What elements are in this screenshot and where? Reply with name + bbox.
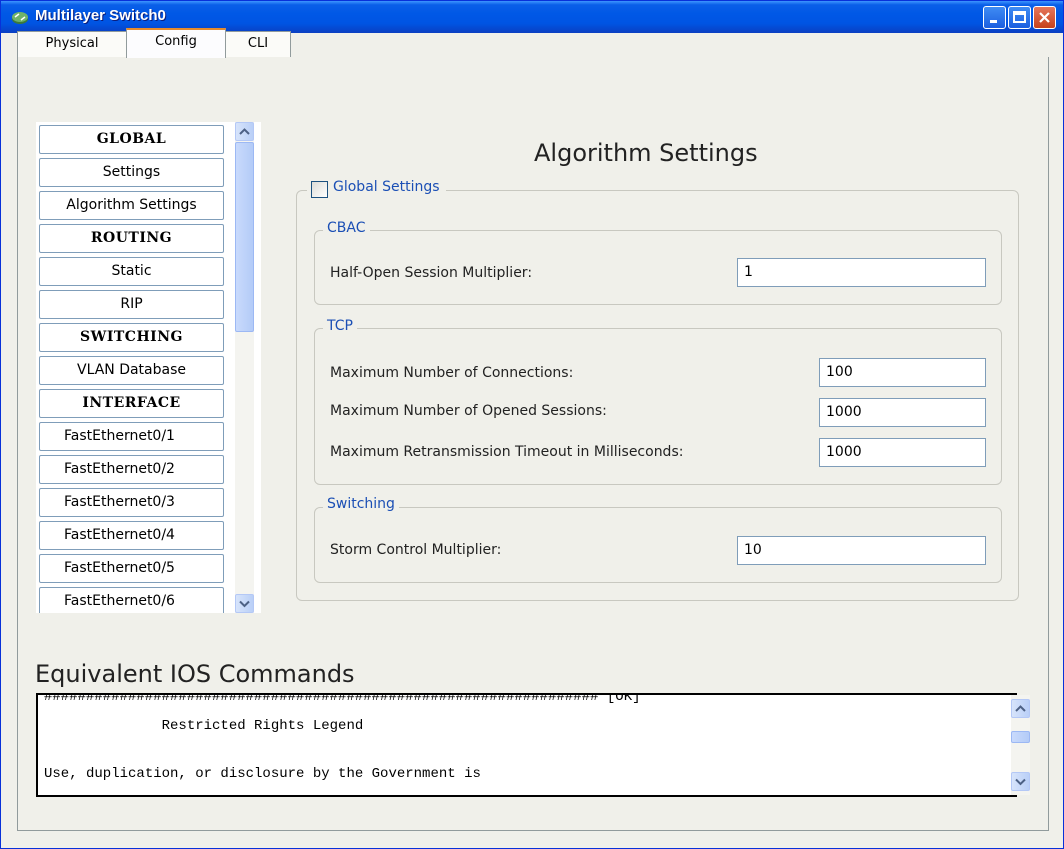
nav-item-settings[interactable]: Settings [39, 158, 224, 187]
minimize-button[interactable] [983, 6, 1006, 29]
nav-header-interface[interactable]: INTERFACE [39, 389, 224, 418]
max-retransmission-label: Maximum Retransmission Timeout in Millis… [330, 444, 684, 460]
window-title: Multilayer Switch0 [35, 7, 166, 24]
close-icon [1039, 12, 1050, 23]
nav-header-routing[interactable]: ROUTING [39, 224, 224, 253]
ios-scroll-thumb[interactable] [1011, 731, 1030, 743]
global-settings-checkbox[interactable] [311, 181, 328, 198]
maximize-button[interactable] [1008, 6, 1031, 29]
scroll-down-button[interactable] [235, 594, 254, 613]
close-button[interactable] [1033, 6, 1056, 29]
max-sessions-input[interactable]: 1000 [819, 398, 986, 427]
ios-scroll-down-button[interactable] [1011, 772, 1030, 791]
nav-item-fastethernet0-4[interactable]: FastEthernet0/4 [39, 521, 224, 550]
tcp-label: TCP [323, 318, 357, 334]
chevron-down-icon [1015, 778, 1026, 786]
half-open-label: Half-Open Session Multiplier: [330, 265, 533, 281]
chevron-up-icon [239, 128, 250, 135]
ios-line: ########################################… [44, 693, 641, 705]
nav-item-fastethernet0-2[interactable]: FastEthernet0/2 [39, 455, 224, 484]
storm-control-input[interactable]: 10 [737, 536, 986, 565]
ios-commands-title: Equivalent IOS Commands [35, 660, 355, 688]
nav-item-fastethernet0-6[interactable]: FastEthernet0/6 [39, 587, 224, 613]
nav-item-vlan-database[interactable]: VLAN Database [39, 356, 224, 385]
chevron-up-icon [1015, 705, 1026, 712]
max-connections-label: Maximum Number of Connections: [330, 365, 574, 381]
max-retransmission-input[interactable]: 1000 [819, 438, 986, 467]
minimize-icon [990, 20, 997, 23]
nav-header-switching[interactable]: SWITCHING [39, 323, 224, 352]
ios-scroll-up-button[interactable] [1011, 699, 1030, 718]
chevron-down-icon [239, 600, 250, 608]
maximize-icon [1013, 11, 1026, 23]
nav-scrollbar[interactable] [235, 122, 254, 613]
tab-config[interactable]: Config [126, 28, 226, 58]
nav-item-algorithm-settings[interactable]: Algorithm Settings [39, 191, 224, 220]
scroll-up-button[interactable] [235, 122, 254, 141]
ios-commands-output[interactable]: ########################################… [36, 693, 1017, 797]
nav-item-rip[interactable]: RIP [39, 290, 224, 319]
config-nav-list: GLOBAL Settings Algorithm Settings ROUTI… [36, 122, 261, 613]
switch-icon [12, 12, 28, 24]
nav-header-global[interactable]: GLOBAL [39, 125, 224, 154]
half-open-input[interactable]: 1 [737, 258, 986, 287]
ios-line: Use, duplication, or disclosure by the G… [44, 766, 481, 782]
ios-line: Restricted Rights Legend [44, 718, 364, 734]
page-title: Algorithm Settings [534, 139, 758, 167]
max-sessions-label: Maximum Number of Opened Sessions: [330, 403, 607, 419]
nav-item-fastethernet0-5[interactable]: FastEthernet0/5 [39, 554, 224, 583]
global-settings-label: Global Settings [333, 179, 440, 195]
tab-physical[interactable]: Physical [17, 31, 127, 57]
ios-scrollbar[interactable] [1011, 695, 1030, 795]
cbac-label: CBAC [323, 220, 370, 236]
nav-item-fastethernet0-3[interactable]: FastEthernet0/3 [39, 488, 224, 517]
tab-cli[interactable]: CLI [225, 31, 291, 57]
storm-control-label: Storm Control Multiplier: [330, 542, 502, 558]
nav-item-static[interactable]: Static [39, 257, 224, 286]
switching-label: Switching [323, 496, 399, 512]
nav-item-fastethernet0-1[interactable]: FastEthernet0/1 [39, 422, 224, 451]
max-connections-input[interactable]: 100 [819, 358, 986, 387]
app-window: Multilayer Switch0 Physical Config CLI G… [0, 0, 1064, 849]
scroll-thumb[interactable] [235, 142, 254, 332]
